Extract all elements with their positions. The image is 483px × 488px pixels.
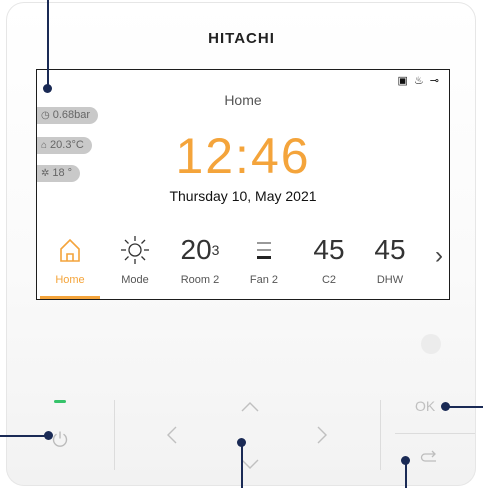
c2-value: 45	[313, 234, 345, 265]
divider	[380, 400, 381, 470]
pressure-value: 0.68bar	[52, 109, 91, 121]
power-icon	[52, 431, 68, 447]
screen-title: Home	[224, 92, 262, 108]
nav-label: Fan 2	[249, 274, 279, 286]
nav-bar: Home Mode 203 Room 2 Fan 2 45 C2 45 DHW	[37, 230, 449, 299]
chevron-left-icon	[167, 426, 177, 444]
callout-dot-power	[44, 431, 53, 440]
callout-dot-screen	[43, 84, 52, 93]
nav-mode[interactable]: Mode	[107, 230, 163, 286]
brand-logo: HITACHI	[208, 30, 275, 47]
divider	[395, 433, 475, 434]
wrench-icon: ⊸	[429, 75, 439, 87]
up-arrow-button[interactable]	[238, 395, 262, 419]
chevron-down-icon	[241, 459, 259, 469]
callout-line-arrows	[241, 442, 243, 488]
clock: 12:46	[175, 128, 311, 184]
nav-label: DHW	[376, 274, 404, 286]
callout-dot-ok	[441, 402, 450, 411]
nav-room-2[interactable]: 20 3 Room 2	[172, 230, 228, 286]
right-arrow-button[interactable]	[310, 423, 334, 447]
nav-home[interactable]: Home	[42, 230, 98, 286]
ok-button[interactable]: OK	[415, 398, 435, 414]
fan-bars-icon	[236, 230, 292, 270]
back-button[interactable]	[420, 447, 438, 468]
callout-line-ok	[445, 406, 483, 408]
nav-fan-2[interactable]: Fan 2	[236, 230, 292, 286]
status-icons: ▣ ♨ ⊸	[398, 75, 440, 87]
light-sensor	[421, 334, 441, 354]
callout-dot-back	[401, 456, 410, 465]
circuit-icon: ♨	[413, 75, 424, 87]
active-tab-indicator	[40, 296, 100, 299]
divider	[114, 400, 115, 470]
pressure-icon: ◷	[41, 110, 50, 121]
nav-next-icon[interactable]: ›	[435, 242, 443, 270]
nav-c2[interactable]: 45 C2	[301, 230, 357, 286]
callout-line-screen	[47, 0, 49, 88]
nav-label: Home	[55, 274, 85, 286]
callout-dot-arrows	[237, 438, 246, 447]
nav-label: Mode	[121, 274, 149, 286]
dhw-value: 45	[374, 234, 406, 265]
return-icon	[420, 450, 436, 462]
sun-icon	[107, 230, 163, 270]
heater-icon: ▣	[397, 75, 408, 87]
room-2-integer: 20	[180, 234, 212, 265]
chevron-up-icon	[241, 402, 259, 412]
nav-dhw[interactable]: 45 DHW	[362, 230, 418, 286]
nav-label: C2	[321, 274, 337, 286]
date: Thursday 10, May 2021	[169, 188, 317, 204]
home-icon	[42, 230, 98, 270]
callout-line-power	[0, 435, 48, 437]
room-2-value: 20 3	[172, 230, 228, 270]
power-led	[54, 400, 66, 403]
pressure-pill: ◷ 0.68bar	[37, 107, 99, 124]
power-button[interactable]	[48, 427, 72, 451]
display-screen: ▣ ♨ ⊸ Home ◷ 0.68bar ⌂ 20.3°C ✲ 18 ° 12:…	[36, 69, 450, 300]
chevron-right-icon	[317, 426, 327, 444]
nav-label: Room 2	[180, 274, 220, 286]
room-2-decimal: 3	[211, 242, 220, 258]
left-arrow-button[interactable]	[160, 423, 184, 447]
